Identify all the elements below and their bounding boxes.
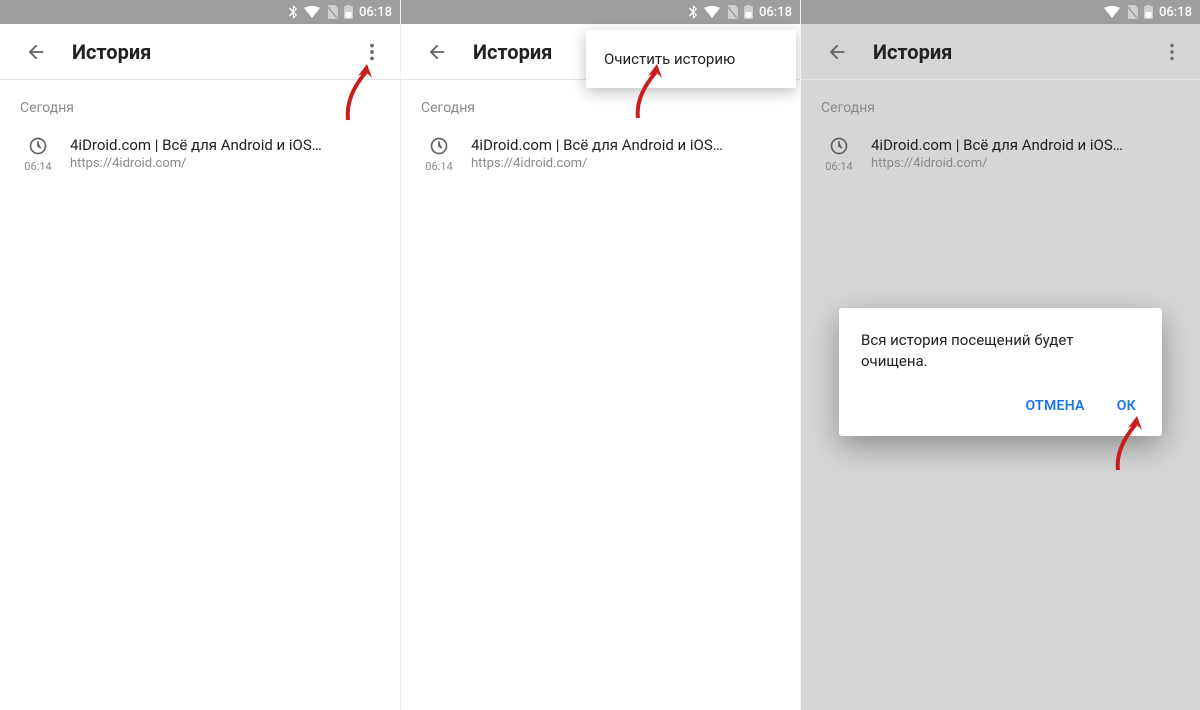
arrow-left-icon (426, 41, 448, 63)
section-today: Сегодня (401, 92, 800, 130)
back-button[interactable] (417, 32, 457, 72)
history-entry-body: 4iDroid.com | Всё для Android и iOS… htt… (871, 136, 1180, 173)
dialog-cancel-button[interactable]: ОТМЕНА (1022, 392, 1089, 420)
history-entry-meta: 06:14 (821, 136, 857, 173)
wifi-icon (704, 6, 720, 18)
content-area: Сегодня 06:14 4iDroid.com | Всё для Andr… (401, 80, 800, 710)
history-entry[interactable]: 06:14 4iDroid.com | Всё для Android и iO… (0, 130, 400, 179)
history-entry-time: 06:14 (421, 160, 457, 173)
arrow-left-icon (826, 41, 848, 63)
back-button[interactable] (16, 32, 56, 72)
history-entry-time: 06:14 (821, 160, 857, 173)
section-today: Сегодня (0, 92, 400, 130)
clock-icon (829, 136, 849, 156)
screen-step-3: 06:18 История Сегодня 06:14 4iDroid.com … (800, 0, 1200, 710)
dialog-actions: ОТМЕНА ОК (861, 392, 1140, 426)
status-bar: 06:18 (0, 0, 400, 24)
more-menu-button[interactable] (1152, 32, 1192, 72)
history-entry-time: 06:14 (20, 160, 56, 173)
app-bar: История (0, 24, 400, 80)
history-entry[interactable]: 06:14 4iDroid.com | Всё для Android и iO… (401, 130, 800, 179)
dialog-message: Вся история посещений будет очищена. (861, 330, 1140, 372)
history-entry-title: 4iDroid.com | Всё для Android и iOS… (70, 136, 380, 154)
wifi-icon (1104, 6, 1120, 18)
sim-off-icon (726, 5, 738, 19)
section-today: Сегодня (801, 92, 1200, 130)
back-button[interactable] (817, 32, 857, 72)
menu-item-clear-history[interactable]: Очистить историю (586, 38, 796, 80)
dialog-ok-button[interactable]: ОК (1113, 392, 1140, 420)
history-entry-title: 4iDroid.com | Всё для Android и iOS… (471, 136, 780, 154)
page-title: История (873, 40, 1152, 64)
status-time: 06:18 (359, 5, 392, 20)
sim-off-icon (1126, 5, 1138, 19)
history-entry-url: https://4idroid.com/ (70, 156, 380, 171)
clock-icon (429, 136, 449, 156)
history-entry-url: https://4idroid.com/ (871, 156, 1180, 171)
history-entry-title: 4iDroid.com | Всё для Android и iOS… (871, 136, 1180, 154)
page-title: История (72, 40, 352, 64)
confirm-dialog: Вся история посещений будет очищена. ОТМ… (839, 308, 1162, 436)
history-entry-body: 4iDroid.com | Всё для Android и iOS… htt… (70, 136, 380, 173)
more-menu-button[interactable] (352, 32, 392, 72)
battery-icon (744, 5, 753, 19)
bluetooth-icon (288, 5, 298, 19)
history-entry[interactable]: 06:14 4iDroid.com | Всё для Android и iO… (801, 130, 1200, 179)
screen-step-2: 06:18 История Сегодня 06:14 4iDroid.com … (400, 0, 800, 710)
overflow-menu: Очистить историю (586, 30, 796, 88)
status-bar: 06:18 (801, 0, 1200, 24)
content-area: Сегодня 06:14 4iDroid.com | Всё для Andr… (0, 80, 400, 710)
arrow-left-icon (25, 41, 47, 63)
status-time: 06:18 (1159, 5, 1192, 20)
sim-off-icon (326, 5, 338, 19)
wifi-icon (304, 6, 320, 18)
app-bar: История (801, 24, 1200, 80)
battery-icon (1144, 5, 1153, 19)
history-entry-url: https://4idroid.com/ (471, 156, 780, 171)
history-entry-body: 4iDroid.com | Всё для Android и iOS… htt… (471, 136, 780, 173)
clock-icon (28, 136, 48, 156)
bluetooth-icon (688, 5, 698, 19)
battery-icon (344, 5, 353, 19)
history-entry-meta: 06:14 (20, 136, 56, 173)
more-vert-icon (1161, 41, 1183, 63)
screen-step-1: 06:18 История Сегодня 06:14 4iDroid.com … (0, 0, 400, 710)
status-bar: 06:18 (401, 0, 800, 24)
status-time: 06:18 (759, 5, 792, 20)
more-vert-icon (361, 41, 383, 63)
history-entry-meta: 06:14 (421, 136, 457, 173)
